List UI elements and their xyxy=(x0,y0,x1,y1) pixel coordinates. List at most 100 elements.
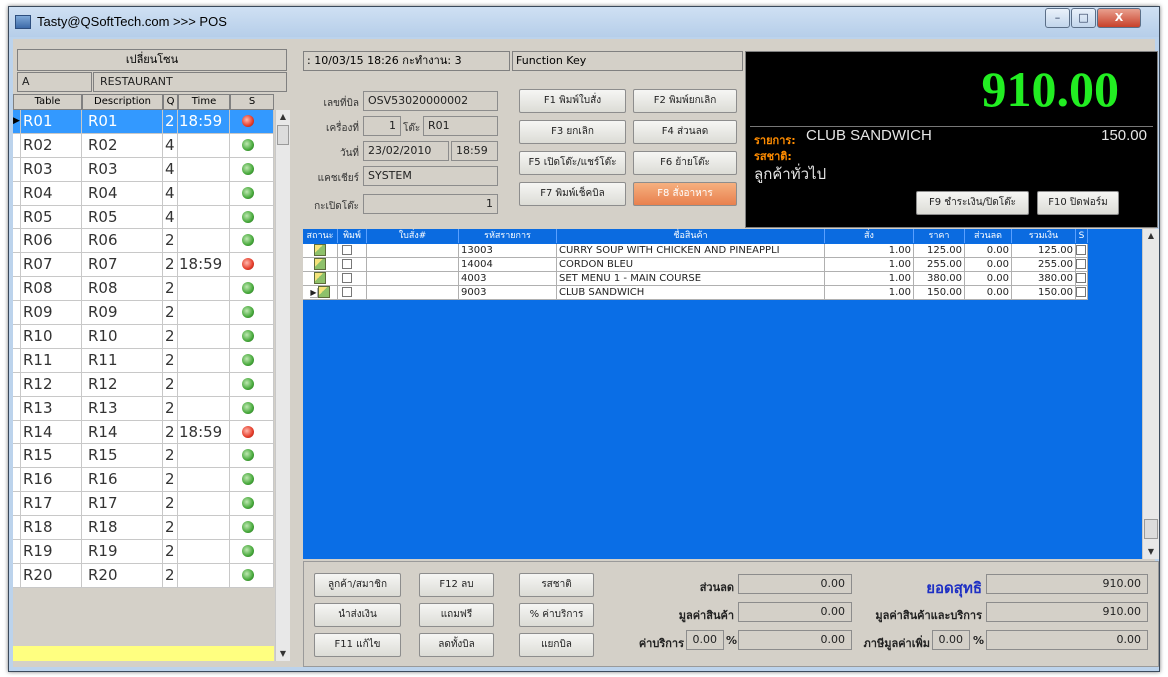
q-cell: 2 xyxy=(163,444,178,469)
table-row[interactable]: ▶ R01 R01 2 18:59 xyxy=(13,110,274,134)
scroll-thumb[interactable] xyxy=(277,125,289,145)
status-cell xyxy=(230,181,274,206)
table-row[interactable]: R12 R12 2 xyxy=(13,372,274,397)
s-checkbox[interactable] xyxy=(1076,259,1086,269)
s-checkbox[interactable] xyxy=(1076,287,1086,297)
net-total-label: ยอดสุทธิ xyxy=(926,579,982,597)
scroll-down-icon[interactable]: ▼ xyxy=(1143,545,1159,559)
change-zone-button[interactable]: เปลี่ยนโซน xyxy=(17,49,287,71)
table-row[interactable]: R08 R08 2 xyxy=(13,277,274,302)
col-state[interactable]: สถานะ xyxy=(303,229,338,243)
f1-print-order-button[interactable]: F1 พิมพ์ใบสั่ง xyxy=(519,89,626,113)
status-cell xyxy=(230,563,274,588)
table-row[interactable]: R16 R16 2 xyxy=(13,468,274,493)
f11-edit-button[interactable]: F11 แก้ไข xyxy=(314,633,401,657)
maximize-button[interactable]: □ xyxy=(1071,8,1096,28)
f5-open-share-table-button[interactable]: F5 เปิดโต๊ะ/แชร์โต๊ะ xyxy=(519,151,626,175)
scroll-up-icon[interactable]: ▲ xyxy=(1143,229,1159,243)
table-row[interactable]: R15 R15 2 xyxy=(13,444,274,469)
table-row[interactable]: R03 R03 4 xyxy=(13,157,274,182)
description-cell: R02 xyxy=(82,133,163,158)
table-row[interactable]: R14 R14 2 18:59 xyxy=(13,420,274,445)
col-table[interactable]: Table xyxy=(13,94,82,110)
q-cell: 2 xyxy=(163,229,178,254)
split-bill-button[interactable]: แยกบิล xyxy=(519,633,594,657)
col-price[interactable]: ราคา xyxy=(914,229,965,243)
col-status[interactable]: S xyxy=(230,94,274,110)
q-cell: 2 xyxy=(163,540,178,564)
table-grid-scrollbar[interactable]: ▲ ▼ xyxy=(275,110,290,661)
table-row[interactable]: R06 R06 2 xyxy=(13,229,274,254)
table-row[interactable]: R05 R05 4 xyxy=(13,205,274,230)
service-percent-field[interactable]: 0.00 xyxy=(686,630,724,650)
goods-value-field: 0.00 xyxy=(738,602,852,622)
vat-percent-field[interactable]: 0.00 xyxy=(932,630,970,650)
flavor-button[interactable]: รสชาติ xyxy=(519,573,594,597)
new-row-placeholder[interactable] xyxy=(13,646,274,661)
col-time[interactable]: Time xyxy=(178,94,230,110)
table-row[interactable]: R09 R09 2 xyxy=(13,301,274,326)
table-row[interactable]: R19 R19 2 xyxy=(13,540,274,564)
s-checkbox[interactable] xyxy=(1076,245,1086,255)
print-checkbox[interactable] xyxy=(342,259,352,269)
f6-move-table-button[interactable]: F6 ย้ายโต๊ะ xyxy=(633,151,737,175)
free-item-button[interactable]: แถมฟรี xyxy=(419,603,494,627)
table-row[interactable]: R02 R02 4 xyxy=(13,133,274,158)
scroll-up-icon[interactable]: ▲ xyxy=(276,110,290,124)
f4-discount-button[interactable]: F4 ส่วนลด xyxy=(633,120,737,144)
time-field: 18:59 xyxy=(451,141,498,161)
time-cell xyxy=(178,277,230,302)
table-row[interactable]: R10 R10 2 xyxy=(13,325,274,349)
col-s[interactable]: S xyxy=(1076,229,1088,243)
order-row[interactable]: ▶ 9003 CLUB SANDWICH 1.00 150.00 0.00 15… xyxy=(303,286,1088,300)
f12-delete-button[interactable]: F12 ลบ xyxy=(419,573,494,597)
status-green-icon xyxy=(242,473,254,486)
print-checkbox[interactable] xyxy=(342,287,352,297)
service-percent-button[interactable]: % ค่าบริการ xyxy=(519,603,594,627)
time-cell xyxy=(178,492,230,517)
qty-cell: 1.00 xyxy=(825,244,914,258)
table-row[interactable]: R11 R11 2 xyxy=(13,348,274,373)
table-row[interactable]: R20 R20 2 xyxy=(13,563,274,588)
f2-print-cancel-button[interactable]: F2 พิมพ์ยกเลิก xyxy=(633,89,737,113)
bill-discount-button[interactable]: ลดทั้งบิล xyxy=(419,633,494,657)
order-row[interactable]: 13003 CURRY SOUP WITH CHICKEN AND PINEAP… xyxy=(303,244,1088,258)
table-row[interactable]: R13 R13 2 xyxy=(13,396,274,421)
f3-cancel-button[interactable]: F3 ยกเลิก xyxy=(519,120,626,144)
s-checkbox[interactable] xyxy=(1076,273,1086,283)
goods-service-field: 910.00 xyxy=(986,602,1148,622)
col-order-no[interactable]: ใบสั่ง# xyxy=(367,229,459,243)
col-q[interactable]: Q xyxy=(163,94,178,110)
print-checkbox[interactable] xyxy=(342,273,352,283)
scroll-thumb[interactable] xyxy=(1144,519,1158,539)
f9-pay-close-table-button[interactable]: F9 ชำระเงิน/ปิดโต๊ะ xyxy=(916,191,1029,215)
service-value-field: 0.00 xyxy=(738,630,852,650)
member-button[interactable]: ลูกค้า/สมาชิก xyxy=(314,573,401,597)
table-row[interactable]: R04 R04 4 xyxy=(13,181,274,206)
col-qty[interactable]: สั่ง xyxy=(825,229,914,243)
print-cell xyxy=(338,244,367,258)
f7-print-check-bill-button[interactable]: F7 พิมพ์เช็คบิล xyxy=(519,182,626,206)
col-print[interactable]: พิมพ์ xyxy=(338,229,367,243)
print-checkbox[interactable] xyxy=(342,245,352,255)
order-row[interactable]: 4003 SET MENU 1 - MAIN COURSE 1.00 380.0… xyxy=(303,272,1088,286)
q-cell: 2 xyxy=(163,563,178,588)
table-row[interactable]: R07 R07 2 18:59 xyxy=(13,253,274,278)
col-product-name[interactable]: ชื่อสินค้า xyxy=(557,229,825,243)
col-total[interactable]: รวมเงิน xyxy=(1012,229,1076,243)
f10-close-form-button[interactable]: F10 ปิดฟอร์ม xyxy=(1037,191,1119,215)
deposit-button[interactable]: นำส่งเงิน xyxy=(314,603,401,627)
order-row[interactable]: 14004 CORDON BLEU 1.00 255.00 0.00 255.0… xyxy=(303,258,1088,272)
minimize-button[interactable]: – xyxy=(1045,8,1070,28)
f8-order-food-button[interactable]: F8 สั่งอาหาร xyxy=(633,182,737,206)
col-discount[interactable]: ส่วนลด xyxy=(965,229,1012,243)
col-description[interactable]: Description xyxy=(82,94,163,110)
scroll-down-icon[interactable]: ▼ xyxy=(276,647,290,661)
table-row[interactable]: R18 R18 2 xyxy=(13,516,274,541)
order-grid-scrollbar[interactable]: ▲ ▼ xyxy=(1142,229,1159,559)
table-cell: R01 xyxy=(21,110,82,134)
table-row[interactable]: R17 R17 2 xyxy=(13,492,274,517)
description-cell: R13 xyxy=(82,396,163,421)
col-item-code[interactable]: รหัสรายการ xyxy=(459,229,557,243)
close-button[interactable]: X xyxy=(1097,8,1141,28)
